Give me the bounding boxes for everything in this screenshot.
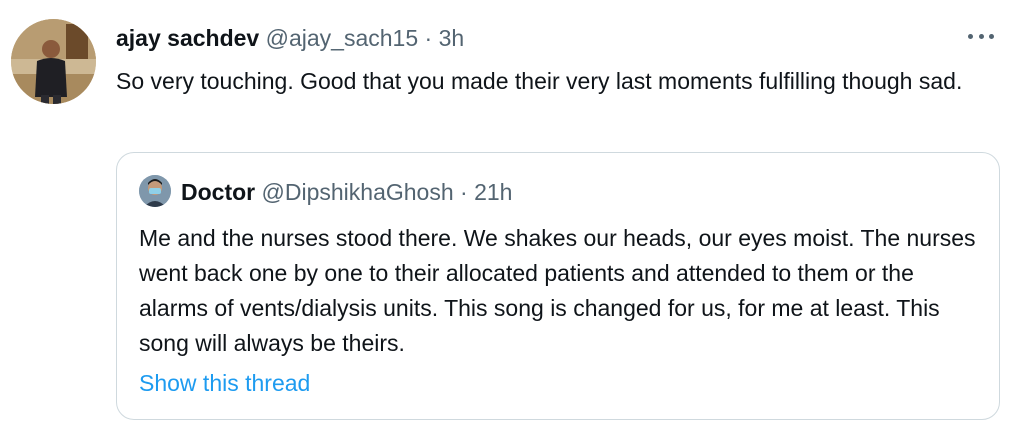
author-handle[interactable]: @ajay_sach15 (266, 25, 419, 51)
more-horizontal-icon[interactable] (968, 24, 994, 48)
avatar[interactable] (11, 19, 96, 104)
avatar-photo (11, 19, 96, 104)
tweet-timestamp[interactable]: 3h (439, 25, 465, 51)
quote-avatar-photo (139, 175, 171, 207)
author-name[interactable]: ajay sachdev (116, 25, 259, 51)
quote-header: Doctor @DipshikhaGhosh · 21h (181, 177, 512, 207)
tweet-header: ajay sachdev @ajay_sach15 · 3h (116, 22, 464, 54)
more-dot (978, 33, 984, 39)
quote-text: Me and the nurses stood there. We shakes… (139, 225, 976, 356)
quote-avatar[interactable] (139, 175, 171, 207)
more-dot (968, 33, 973, 39)
tweet-text: So very touching. Good that you made the… (116, 68, 963, 94)
quote-author-handle[interactable]: @DipshikhaGhosh (262, 179, 454, 205)
quote-timestamp[interactable]: 21h (474, 179, 512, 205)
quote-separator-dot: · (460, 179, 468, 205)
quoted-tweet[interactable]: Doctor @DipshikhaGhosh · 21h Me and the … (116, 152, 1000, 420)
more-dot (989, 33, 994, 39)
quote-author-name[interactable]: Doctor (181, 179, 255, 205)
show-thread-link[interactable]: Show this thread (139, 367, 310, 399)
separator-dot: · (424, 25, 433, 51)
tweet[interactable]: ajay sachdev @ajay_sach15 · 3h So very t… (0, 0, 1010, 430)
